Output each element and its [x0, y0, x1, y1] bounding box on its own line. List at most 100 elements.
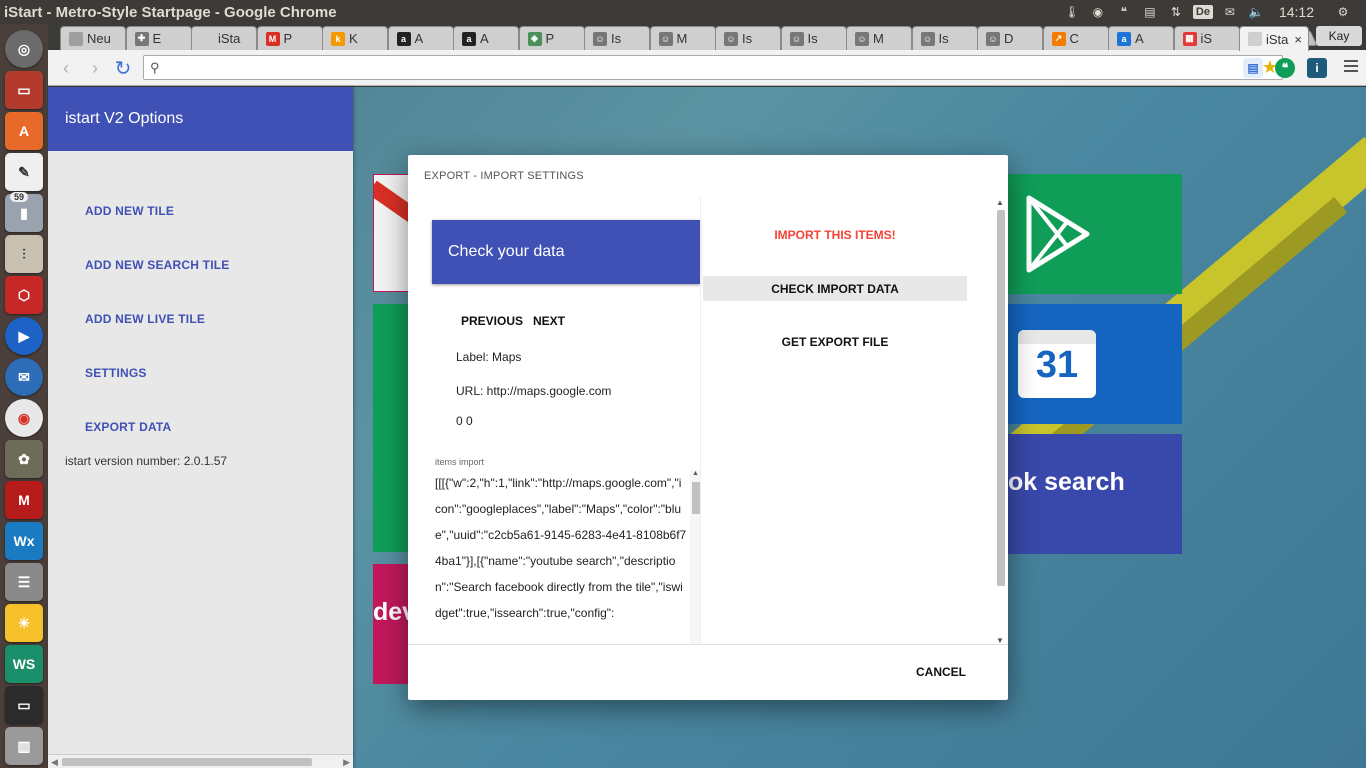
files-icon[interactable]: ▭ — [5, 71, 43, 109]
tab[interactable]: ☺ Is — [911, 26, 978, 50]
tab[interactable]: ☺ M — [846, 26, 912, 50]
calendar-tile[interactable]: 31 — [1008, 304, 1182, 424]
item-position: 0 0 — [456, 414, 473, 428]
cancel-button[interactable]: CANCEL — [916, 665, 966, 679]
get-export-file-button[interactable]: GET EXPORT FILE — [703, 335, 967, 349]
mail-icon[interactable]: ✉ — [1221, 3, 1239, 21]
forward-icon[interactable]: › — [84, 57, 106, 79]
weather-icon[interactable]: ☀ — [5, 604, 43, 642]
version-number: istart version number: 2.0.1.57 — [65, 454, 228, 468]
sidebar-item-export-data[interactable]: EXPORT DATA — [85, 420, 171, 434]
chrome-tray-icon[interactable]: ◉ — [1089, 3, 1107, 21]
dialog-scroll-down-icon[interactable]: ▼ — [996, 636, 1004, 644]
volume-icon[interactable]: 🔈 — [1247, 3, 1265, 21]
thermometer-icon[interactable]: 🌡 — [1063, 3, 1081, 21]
keyboard-layout-indicator[interactable]: De — [1192, 5, 1213, 19]
scroll-up-icon[interactable]: ▲ — [692, 470, 699, 477]
tab-favicon-icon: M — [265, 31, 280, 46]
sidebar-item-add-new-live-tile[interactable]: ADD NEW LIVE TILE — [85, 312, 205, 326]
extension-folder-icon[interactable]: ▤ — [1243, 58, 1263, 78]
power-gear-icon[interactable]: ⚙ — [1334, 3, 1352, 21]
chrome-launcher-icon[interactable]: ◉ — [5, 399, 43, 437]
tab[interactable]: aA — [387, 26, 454, 50]
text-editor-icon[interactable]: ✎ — [5, 153, 43, 191]
play-store-icon — [1026, 195, 1090, 273]
media-player-icon[interactable]: ▶ — [5, 317, 43, 355]
thunderbird-icon[interactable]: ✉ — [5, 358, 43, 396]
wxmaxima-icon[interactable]: Wx — [5, 522, 43, 560]
calendar-icon: 31 — [1018, 330, 1096, 398]
chrome-menu-icon[interactable] — [1344, 60, 1358, 72]
textarea-scrollbar-thumb[interactable] — [692, 482, 700, 514]
next-button[interactable]: NEXT — [533, 314, 565, 328]
dialog-vertical-scrollbar[interactable]: ▲ ▼ — [995, 198, 1006, 644]
tab[interactable]: aA — [453, 26, 519, 50]
scroll-left-icon[interactable]: ◀ — [51, 755, 58, 768]
hangouts-tray-icon[interactable]: ❝ — [1115, 3, 1133, 21]
software-center-icon[interactable]: A — [5, 112, 43, 150]
tab[interactable]: ☺ Is — [780, 26, 847, 50]
terminal-icon[interactable]: ▭ — [5, 686, 43, 724]
gimp-icon[interactable]: ✿ — [5, 440, 43, 478]
tab[interactable]: iSta — [191, 26, 257, 50]
tab[interactable]: ▦ iS — [1173, 26, 1240, 50]
column-divider — [700, 198, 701, 644]
scroll-right-icon[interactable]: ▶ — [343, 755, 350, 768]
tab[interactable]: ☺ Is — [715, 26, 781, 50]
tab-label: Neu — [87, 31, 111, 46]
clipboard-icon[interactable]: ▤ — [1141, 3, 1159, 21]
previous-button[interactable]: PREVIOUS — [461, 314, 523, 328]
play-store-tile[interactable] — [1008, 174, 1182, 294]
tab-favicon-icon: ☺ — [789, 31, 804, 46]
tab[interactable]: ☺ D — [977, 26, 1043, 50]
mendeley-icon[interactable]: M — [5, 481, 43, 519]
items-import-label: items import — [435, 457, 485, 467]
webstorm-icon[interactable]: WS — [5, 645, 43, 683]
reload-icon[interactable]: ↻ — [112, 57, 134, 80]
tab[interactable]: ✚ E — [125, 26, 192, 50]
sidebar-item-settings[interactable]: SETTINGS — [85, 366, 147, 380]
hangouts-extension-icon[interactable]: ❝ — [1275, 58, 1295, 78]
tab[interactable]: ◈ P — [518, 26, 585, 50]
desktop: iStart - Metro-Style Startpage - Google … — [0, 0, 1366, 768]
tab[interactable]: ☺ Is — [584, 26, 650, 50]
tab-label: K — [349, 31, 358, 46]
profile-button[interactable]: Kay — [1316, 26, 1362, 46]
tab[interactable]: ☺ M — [649, 26, 716, 50]
tab[interactable]: MP — [256, 26, 323, 50]
tab-close-icon[interactable]: × — [1294, 32, 1302, 47]
trash-icon[interactable]: ▥ — [5, 727, 43, 765]
tab-label: M — [676, 31, 688, 46]
sidebar-title: istart V2 Options — [48, 87, 353, 151]
tab-label: Is — [742, 31, 753, 46]
dialog-scrollbar-thumb[interactable] — [997, 210, 1005, 586]
import-items-button[interactable]: IMPORT THIS ITEMS! — [703, 228, 967, 242]
clock[interactable]: 14:12 — [1279, 4, 1314, 20]
gnome-ppp-icon[interactable]: ⬡ — [5, 276, 43, 314]
tab-active[interactable]: iSta × — [1239, 26, 1309, 51]
dialog-body: Check your data PREVIOUS NEXT Label: Map… — [408, 198, 1008, 645]
items-import-textarea[interactable]: [[[{"w":2,"h":1,"link":"http://maps.goog… — [435, 470, 701, 644]
search-tile[interactable]: ok search — [1008, 434, 1182, 554]
disks-icon[interactable]: ☰ — [5, 563, 43, 601]
info-extension-icon[interactable]: i — [1307, 58, 1327, 78]
check-import-data-button[interactable]: CHECK IMPORT DATA — [703, 276, 967, 301]
scrollbar-thumb[interactable] — [62, 758, 312, 766]
tab[interactable]: ↗ C — [1042, 26, 1109, 50]
tab[interactable]: Neu — [60, 26, 126, 50]
tab-favicon-icon: ☺ — [855, 31, 869, 46]
mixer-icon[interactable]: ⫶ — [5, 235, 43, 273]
tab[interactable]: kK — [322, 26, 388, 50]
system-monitor-icon[interactable]: 59 ▮ — [5, 192, 43, 232]
sidebar-item-add-new-tile[interactable]: ADD NEW TILE — [85, 204, 174, 218]
tab-favicon-icon: ☺ — [724, 31, 738, 46]
network-icon[interactable]: ⇅ — [1167, 3, 1185, 21]
tab-favicon-icon — [1248, 32, 1262, 46]
sidebar-item-add-new-search-tile[interactable]: ADD NEW SEARCH TILE — [85, 258, 229, 272]
dialog-scroll-up-icon[interactable]: ▲ — [996, 198, 1004, 207]
back-icon[interactable]: ‹ — [55, 57, 77, 79]
omnibox[interactable]: ⚲ ★ — [143, 55, 1283, 80]
tab[interactable]: aA — [1108, 26, 1174, 50]
dash-home-icon[interactable]: ◎ — [5, 30, 43, 68]
sidebar-horizontal-scrollbar[interactable]: ◀ ▶ — [48, 754, 353, 768]
